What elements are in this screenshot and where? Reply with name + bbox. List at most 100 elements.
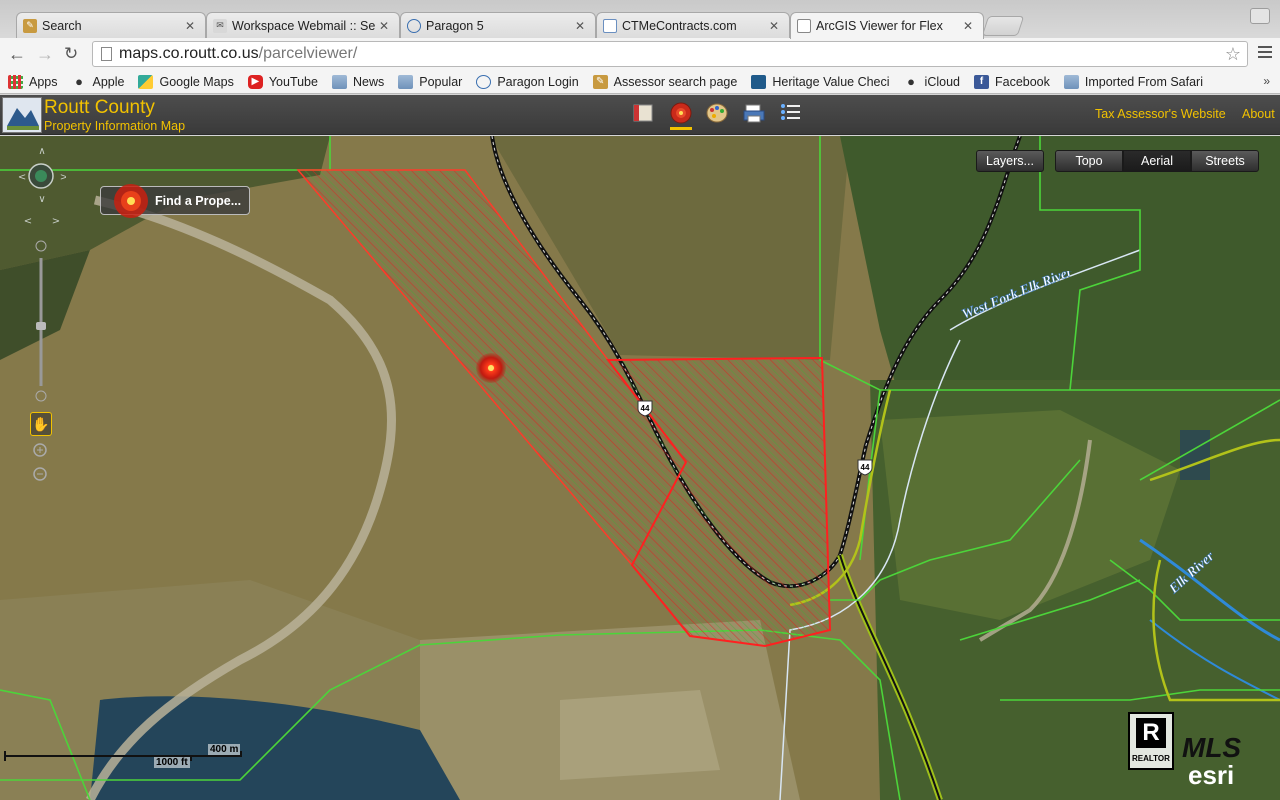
bookmark-icloud[interactable]: ● iCloud xyxy=(904,74,960,89)
tab-title: Paragon 5 xyxy=(426,18,484,33)
app-header: Routt County Property Information Map Ta… xyxy=(0,95,1280,135)
basemap-aerial[interactable]: Aerial xyxy=(1123,150,1191,172)
bookmark-label: YouTube xyxy=(268,74,318,89)
bookmark-tool-icon[interactable] xyxy=(630,101,656,125)
tab-title: ArcGIS Viewer for Flex xyxy=(816,19,943,33)
river-label-elk: Elk River xyxy=(1170,549,1218,598)
menu-icon[interactable] xyxy=(1258,46,1272,58)
esri-logo: esri xyxy=(1188,760,1235,790)
palette-tool-icon[interactable] xyxy=(704,101,730,125)
tab-ctmecontracts[interactable]: CTMeContracts.com ✕ xyxy=(596,12,790,38)
heritage-icon xyxy=(751,74,767,89)
road-shield-icon: 44 xyxy=(637,400,653,417)
svg-text:West Fork Elk River: West Fork Elk River xyxy=(960,271,1075,323)
pan-left-icon[interactable]: < xyxy=(18,172,26,183)
tab-title: CTMeContracts.com xyxy=(622,18,737,33)
layers-button[interactable]: Layers... xyxy=(976,150,1044,172)
reload-icon[interactable]: ↻ xyxy=(64,44,78,64)
bookmark-apps[interactable]: Apps xyxy=(8,74,58,89)
address-bar[interactable]: maps.co.routt.co.us/parcelviewer/ ☆ xyxy=(92,41,1248,67)
bookmark-imported-safari[interactable]: Imported From Safari xyxy=(1063,74,1203,89)
app-subtitle: Property Information Map xyxy=(44,119,186,133)
road-label-2: 44 xyxy=(861,463,870,472)
tab-arcgis[interactable]: ArcGIS Viewer for Flex ✕ xyxy=(790,12,984,39)
browser-tab-strip: ✎ Search ✕ ✉ Workspace Webmail :: Sear ✕… xyxy=(0,0,1280,39)
tab-paragon[interactable]: Paragon 5 ✕ xyxy=(400,12,596,38)
bookmark-label: Apple xyxy=(92,74,125,89)
print-tool-icon[interactable] xyxy=(741,101,767,125)
bookmarks-overflow-button[interactable]: » xyxy=(1263,74,1270,88)
road-shield-icon: 44 xyxy=(857,459,873,476)
close-icon[interactable]: ✕ xyxy=(575,19,587,33)
scale-bar: 400 m 1000 ft xyxy=(4,744,242,768)
zoom-out-icon[interactable] xyxy=(35,390,47,402)
zoom-tools xyxy=(33,443,47,481)
basemap-streets[interactable]: Streets xyxy=(1191,150,1259,172)
basemap-topo[interactable]: Topo xyxy=(1055,150,1123,172)
bookmark-label: News xyxy=(352,74,385,89)
layer-list-tool-icon[interactable] xyxy=(778,101,804,125)
tab-title: Workspace Webmail :: Sear xyxy=(232,18,375,33)
layers-control: Layers... xyxy=(976,150,1044,172)
bookmark-google-maps[interactable]: Google Maps xyxy=(138,74,234,89)
tab-search[interactable]: ✎ Search ✕ xyxy=(16,12,206,38)
webmail-icon: ✉ xyxy=(213,18,227,33)
zoom-slider-thumb[interactable] xyxy=(36,322,46,330)
bookmark-label: Google Maps xyxy=(159,74,234,89)
bookmarks-bar: Apps ● Apple Google Maps ▶ YouTube News … xyxy=(0,70,1280,94)
attribution-logos: R REALTOR MLS esri xyxy=(1108,708,1268,798)
bookmark-label: Popular xyxy=(419,74,463,89)
bookmark-assessor[interactable]: ✎ Assessor search page xyxy=(592,74,737,89)
back-arrow-icon[interactable]: ← xyxy=(8,44,26,65)
close-icon[interactable]: ✕ xyxy=(185,19,197,33)
about-link[interactable]: About xyxy=(1242,107,1275,121)
map-view[interactable]: 44 44 West Fork Elk River Elk River ∧ < … xyxy=(0,136,1280,800)
bookmark-paragon-login[interactable]: Paragon Login xyxy=(476,74,579,89)
page-icon xyxy=(797,19,811,33)
apps-grid-icon xyxy=(8,74,23,89)
find-property-button[interactable]: Find a Prope... xyxy=(100,184,250,218)
bookmark-youtube[interactable]: ▶ YouTube xyxy=(247,74,318,89)
pan-up-icon[interactable]: ∧ xyxy=(38,146,45,157)
paragon-icon xyxy=(407,18,421,33)
bookmark-apple[interactable]: ● Apple xyxy=(72,74,125,89)
tab-webmail[interactable]: ✉ Workspace Webmail :: Sear ✕ xyxy=(206,12,400,38)
realtor-r-icon: R xyxy=(1136,718,1166,748)
close-icon[interactable]: ✕ xyxy=(379,19,391,33)
bookmark-label: Facebook xyxy=(994,74,1050,89)
close-icon[interactable]: ✕ xyxy=(963,19,975,33)
app-title: Routt County xyxy=(44,97,155,118)
apple-icon: ● xyxy=(75,74,83,89)
bookmark-label: Apps xyxy=(29,74,58,89)
locate-tool-icon[interactable] xyxy=(668,101,694,125)
new-tab-button[interactable] xyxy=(981,16,1025,36)
search-page-icon: ✎ xyxy=(23,18,37,33)
zoom-in-icon[interactable] xyxy=(35,240,47,252)
bookmark-facebook[interactable]: f Facebook xyxy=(973,74,1050,89)
aerial-imagery xyxy=(0,136,1280,800)
bookmark-label: Heritage Value Checi xyxy=(772,74,890,89)
folder-icon xyxy=(1063,74,1079,89)
bookmark-star-icon[interactable]: ☆ xyxy=(1225,44,1241,65)
doc-icon xyxy=(603,18,617,33)
pan-hand-icon[interactable]: ✋ xyxy=(30,412,52,436)
find-property-label: Find a Prope... xyxy=(155,193,242,208)
bookmark-popular[interactable]: Popular xyxy=(398,74,463,89)
bookmark-news[interactable]: News xyxy=(331,74,385,89)
svg-text:>: > xyxy=(52,216,60,227)
page-icon xyxy=(101,47,112,61)
url-path: /parcelviewer/ xyxy=(258,45,358,62)
close-icon[interactable]: ✕ xyxy=(769,19,781,33)
pan-down-icon[interactable]: ∨ xyxy=(38,194,45,205)
forward-arrow-icon[interactable]: → xyxy=(36,44,54,65)
bookmark-label: Imported From Safari xyxy=(1084,74,1203,89)
locate-target-icon xyxy=(114,184,148,218)
selected-tool-indicator xyxy=(670,127,692,130)
window-profile-button[interactable] xyxy=(1250,8,1270,24)
realtor-logo: R REALTOR xyxy=(1128,712,1174,770)
bookmark-label: iCloud xyxy=(924,74,960,89)
pan-right-icon[interactable]: > xyxy=(60,172,66,183)
bookmark-heritage[interactable]: Heritage Value Checi xyxy=(751,74,890,89)
tax-assessor-link[interactable]: Tax Assessor's Website xyxy=(1095,107,1226,121)
folder-icon xyxy=(331,74,347,89)
